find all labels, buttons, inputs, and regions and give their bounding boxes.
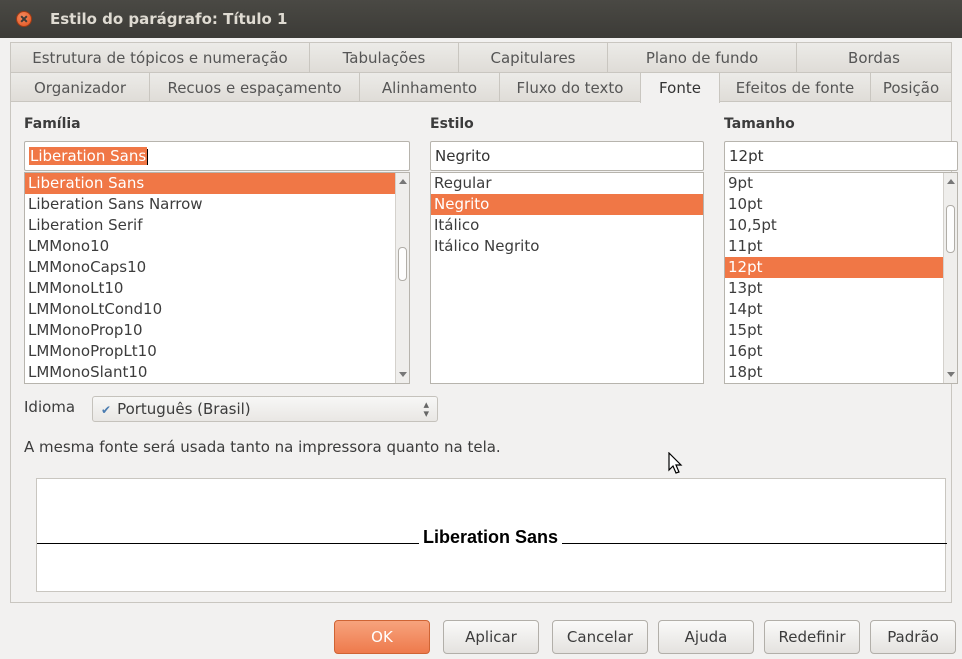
style-list-item[interactable]: Itálico — [431, 215, 703, 236]
spellcheck-icon: ✔ — [101, 403, 112, 417]
close-icon[interactable] — [16, 11, 32, 27]
scroll-thumb[interactable] — [398, 247, 407, 281]
size-list-item[interactable]: 14pt — [725, 299, 957, 320]
family-label: Família — [24, 116, 81, 132]
title-bar: Estilo do parágrafo: Título 1 — [0, 0, 962, 38]
size-list-item[interactable]: 16pt — [725, 341, 957, 362]
tab-alignment[interactable]: Alinhamento — [359, 72, 500, 102]
window-title: Estilo do parágrafo: Título 1 — [50, 10, 288, 28]
size-input[interactable]: 12pt — [724, 141, 958, 171]
family-list-item[interactable]: LMMonoCaps10 — [25, 257, 409, 278]
tab-row-2: Organizador Recuos e espaçamento Alinham… — [10, 72, 952, 103]
language-select[interactable]: ✔ Português (Brasil) ▴ ▾ — [92, 396, 438, 422]
family-input-value: Liberation Sans — [29, 147, 148, 165]
family-list-item[interactable]: Liberation Sans — [25, 173, 409, 194]
style-list-item[interactable]: Itálico Negrito — [431, 236, 703, 257]
scroll-thumb[interactable] — [946, 205, 955, 253]
family-list-item[interactable]: Liberation Serif — [25, 215, 409, 236]
preview-text: Liberation Sans — [419, 527, 563, 548]
tab-indents-spacing[interactable]: Recuos e espaçamento — [149, 72, 360, 102]
chevron-updown-icon: ▴ ▾ — [423, 398, 429, 420]
tab-drop-caps[interactable]: Capitulares — [458, 42, 608, 72]
tab-organizer[interactable]: Organizador — [10, 72, 150, 102]
tab-font-effects[interactable]: Efeitos de fonte — [719, 72, 871, 102]
family-list-item[interactable]: LMMonoProp10 — [25, 320, 409, 341]
size-list-item[interactable]: 10,5pt — [725, 215, 957, 236]
scroll-down-icon[interactable] — [399, 372, 407, 377]
language-value: Português (Brasil) — [117, 400, 251, 418]
size-label: Tamanho — [724, 116, 795, 132]
tab-outline-numbering[interactable]: Estrutura de tópicos e numeração — [10, 42, 310, 72]
size-list-item[interactable]: 9pt — [725, 173, 957, 194]
family-list-item[interactable]: LMMonoLt10 — [25, 278, 409, 299]
size-list-item[interactable]: 13pt — [725, 278, 957, 299]
font-preview: Liberation Sans — [36, 478, 947, 592]
tab-text-flow[interactable]: Fluxo do texto — [499, 72, 641, 102]
family-list-item[interactable]: LMMonoLtCond10 — [25, 299, 409, 320]
family-scrollbar[interactable] — [395, 173, 409, 383]
tab-position[interactable]: Posição — [870, 72, 952, 102]
size-list[interactable]: 9pt 10pt 10,5pt 11pt 12pt 13pt 14pt 15pt… — [724, 172, 958, 384]
family-input[interactable]: Liberation Sans — [24, 141, 410, 171]
scroll-up-icon[interactable] — [947, 179, 955, 184]
size-list-item[interactable]: 10pt — [725, 194, 957, 215]
family-list-item[interactable]: LMMonoSlant10 — [25, 362, 409, 383]
size-list-item[interactable]: 15pt — [725, 320, 957, 341]
apply-button[interactable]: Aplicar — [443, 620, 539, 654]
paragraph-style-dialog: Estilo do parágrafo: Título 1 Estrutura … — [0, 0, 962, 659]
size-list-item[interactable]: 11pt — [725, 236, 957, 257]
style-list-item[interactable]: Regular — [431, 173, 703, 194]
style-input[interactable]: Negrito — [430, 141, 704, 171]
ok-button[interactable]: OK — [334, 620, 430, 654]
scroll-up-icon[interactable] — [399, 179, 407, 184]
font-info-text: A mesma fonte será usada tanto na impres… — [24, 438, 501, 456]
family-list-item[interactable]: LMMono10 — [25, 236, 409, 257]
tab-background[interactable]: Plano de fundo — [607, 42, 797, 72]
cancel-button[interactable]: Cancelar — [552, 620, 648, 654]
tab-borders[interactable]: Bordas — [796, 42, 952, 72]
family-list-item[interactable]: Liberation Sans Narrow — [25, 194, 409, 215]
family-list[interactable]: Liberation Sans Liberation Sans Narrow L… — [24, 172, 410, 384]
tab-font[interactable]: Fonte — [640, 72, 720, 103]
scroll-down-icon[interactable] — [947, 372, 955, 377]
size-scrollbar[interactable] — [943, 173, 957, 383]
style-list[interactable]: Regular Negrito Itálico Itálico Negrito — [430, 172, 704, 384]
mouse-cursor-icon — [668, 452, 683, 474]
help-button[interactable]: Ajuda — [658, 620, 754, 654]
family-list-item[interactable]: LMMonoPropLt10 — [25, 341, 409, 362]
tab-row-1: Estrutura de tópicos e numeração Tabulaç… — [10, 42, 952, 72]
style-list-item[interactable]: Negrito — [431, 194, 703, 215]
style-label: Estilo — [430, 116, 474, 132]
tab-tabs[interactable]: Tabulações — [309, 42, 459, 72]
default-button[interactable]: Padrão — [870, 620, 956, 654]
size-list-item[interactable]: 12pt — [725, 257, 957, 278]
language-label: Idioma — [24, 398, 76, 416]
size-list-item[interactable]: 18pt — [725, 362, 957, 383]
reset-button[interactable]: Redefinir — [764, 620, 860, 654]
